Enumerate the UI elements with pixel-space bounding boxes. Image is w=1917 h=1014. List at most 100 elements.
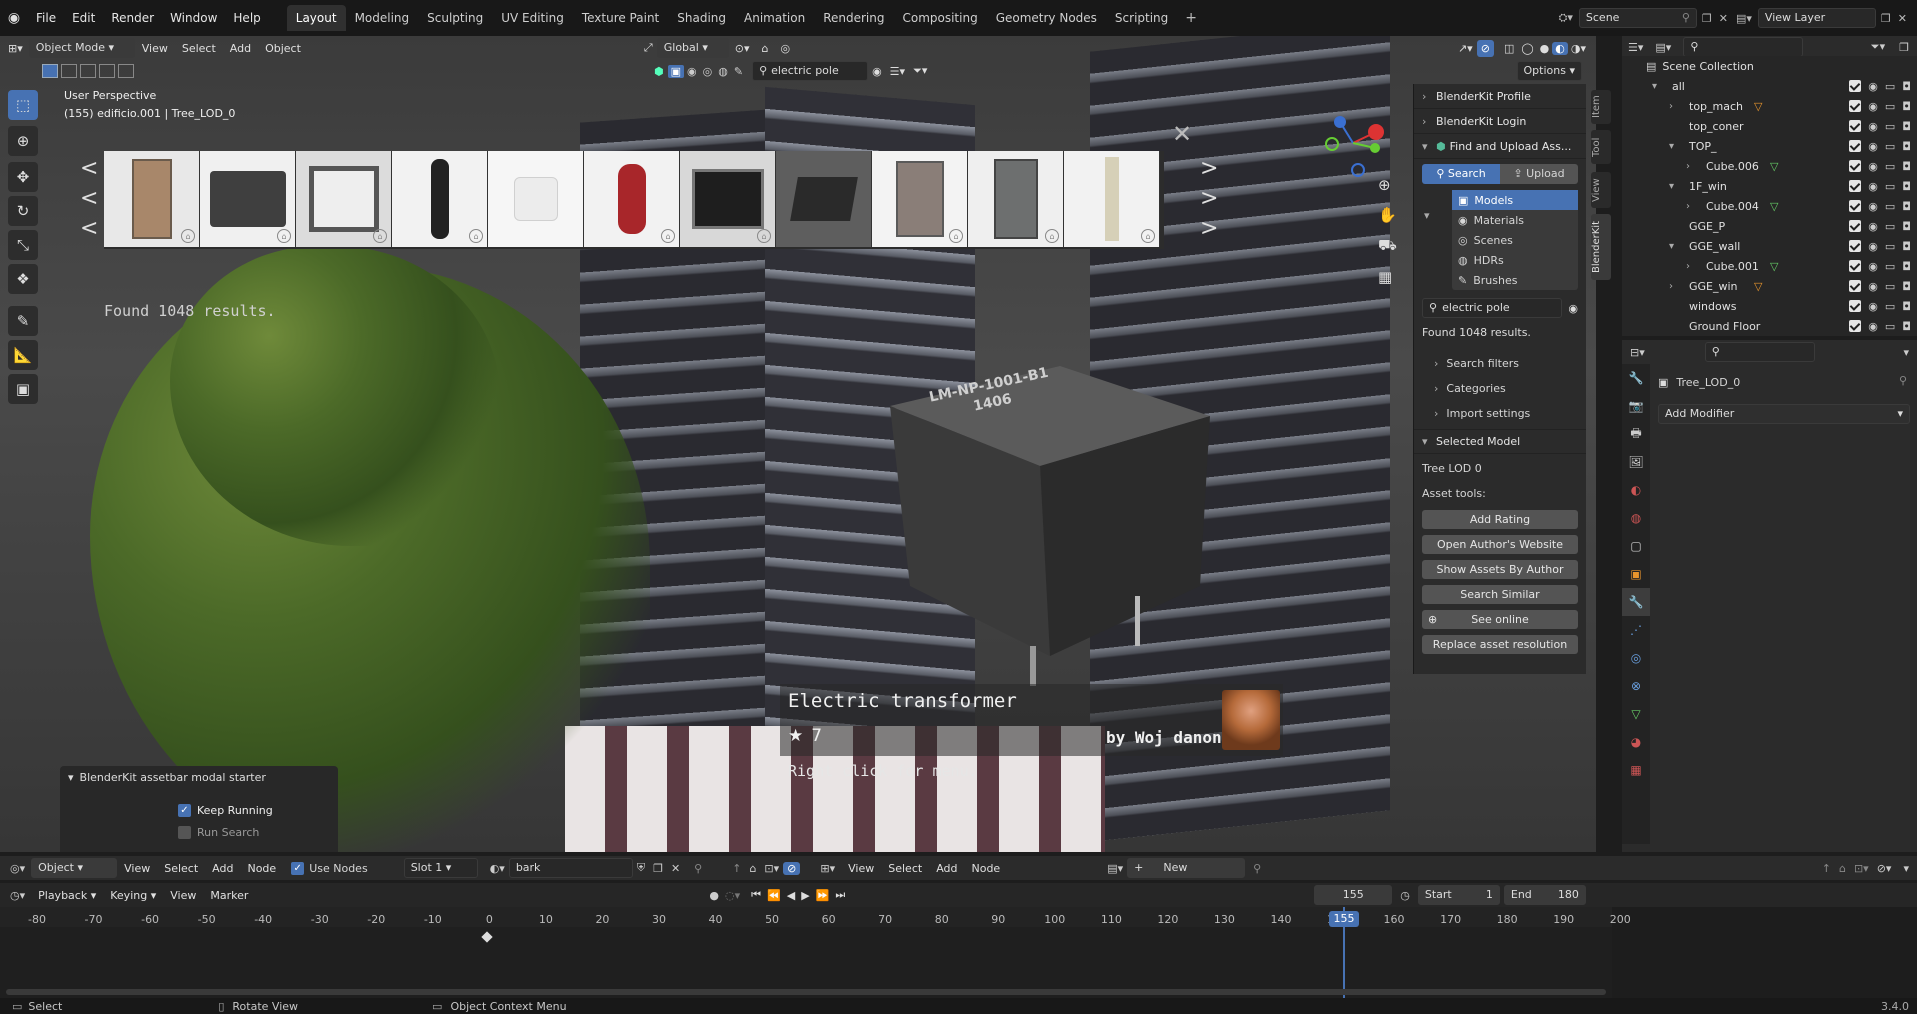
search-filters-toggle[interactable]: › Search filters bbox=[1434, 353, 1586, 373]
shading-wireframe-icon[interactable]: ◯ bbox=[1518, 42, 1536, 55]
new-scene-icon[interactable]: ❐ bbox=[1697, 12, 1717, 25]
eye-icon[interactable]: ◉ bbox=[1868, 180, 1878, 193]
asset-type-scene-icon[interactable]: ◎ bbox=[700, 65, 716, 78]
menu-playback[interactable]: Playback ▾ bbox=[31, 889, 103, 902]
show-assets-by-author-button[interactable]: Show Assets By Author bbox=[1422, 560, 1578, 579]
search-visibility-icon[interactable]: ◉ bbox=[1568, 302, 1578, 315]
node-editor-type-icon[interactable]: ◎▾ bbox=[0, 862, 31, 875]
eye-icon[interactable]: ◉ bbox=[1868, 120, 1878, 133]
categories-toggle[interactable]: › Categories bbox=[1434, 378, 1586, 398]
parent-node-tree-icon[interactable]: ↑ bbox=[712, 862, 745, 875]
expand-icon[interactable]: › bbox=[1686, 161, 1702, 172]
open-author-website-button[interactable]: Open Author's Website bbox=[1422, 535, 1578, 554]
particles-props-icon[interactable]: ⋰ bbox=[1622, 616, 1650, 644]
select-subtract-icon[interactable] bbox=[80, 64, 96, 78]
pan-icon[interactable]: ✋ bbox=[1378, 206, 1397, 224]
tool-rotate[interactable]: ↻ bbox=[8, 196, 38, 226]
eye-icon[interactable]: ◉ bbox=[1868, 80, 1878, 93]
asset-thumb-oven-white[interactable]: ⌂ bbox=[296, 151, 392, 247]
tab-geometry-nodes[interactable]: Geometry Nodes bbox=[987, 5, 1106, 31]
outliner-item[interactable]: › Cube.001 ▽ ◉ ▭ ◘ bbox=[1622, 256, 1917, 276]
render-camera-icon[interactable]: ◘ bbox=[1902, 180, 1911, 193]
node2-snap-icon[interactable]: ⌂ bbox=[1835, 862, 1850, 875]
properties-editor-icon[interactable]: ⊟▾ bbox=[1622, 346, 1653, 359]
editor2-type-icon[interactable]: ⊞▾ bbox=[800, 862, 841, 875]
auto-keying-icon[interactable]: ● bbox=[705, 889, 723, 902]
tab-shading[interactable]: Shading bbox=[668, 5, 735, 31]
asset-type-material-icon[interactable]: ◉ bbox=[684, 65, 700, 78]
asset-thumb-door[interactable]: ⌂ bbox=[104, 151, 200, 247]
expand-icon[interactable]: ▾ bbox=[1669, 141, 1685, 152]
jump-keyframe-forward-icon[interactable]: ⏩ bbox=[813, 889, 833, 902]
expand-icon[interactable]: › bbox=[1669, 281, 1685, 292]
menu-object[interactable]: Object bbox=[258, 42, 308, 55]
asset-thumb-oven-black[interactable]: ⌂ bbox=[680, 151, 776, 247]
asset-thumb-cabinet-metal[interactable]: ⌂ bbox=[968, 151, 1064, 247]
preview-range-icon[interactable]: ◷ bbox=[1392, 889, 1418, 902]
node-menu-select[interactable]: Select bbox=[157, 862, 205, 875]
tool-annotate[interactable]: ✎ bbox=[8, 306, 38, 336]
play-reverse-icon[interactable]: ◀ bbox=[784, 889, 798, 902]
view-layer-selector[interactable]: View Layer bbox=[1757, 8, 1876, 28]
tab-search[interactable]: ⚲ Search bbox=[1422, 164, 1500, 184]
panel-find-upload[interactable]: ▾ ⬢ Find and Upload Ass... bbox=[1414, 134, 1586, 159]
select-invert-icon[interactable] bbox=[99, 64, 115, 78]
exclude-checkbox[interactable] bbox=[1849, 159, 1862, 172]
eye-icon[interactable]: ◉ bbox=[1868, 140, 1878, 153]
gizmo-icon[interactable]: ↗▾ bbox=[1454, 42, 1477, 55]
current-frame-field[interactable]: 155 bbox=[1314, 885, 1393, 905]
exclude-checkbox[interactable] bbox=[1849, 259, 1862, 272]
menu-keying[interactable]: Keying ▾ bbox=[103, 889, 163, 902]
node2-overlay-icon[interactable]: ⊘▾ bbox=[1873, 862, 1896, 875]
node-menu-node[interactable]: Node bbox=[240, 862, 283, 875]
outliner-scene-collection[interactable]: ▤ Scene Collection bbox=[1622, 56, 1917, 76]
physics-props-icon[interactable]: ◎ bbox=[1622, 644, 1650, 672]
render-camera-icon[interactable]: ◘ bbox=[1902, 140, 1911, 153]
blender-logo-icon[interactable]: ◉ bbox=[0, 10, 28, 26]
viewport-icon[interactable]: ▭ bbox=[1885, 120, 1895, 133]
exclude-checkbox[interactable] bbox=[1849, 79, 1862, 92]
shading-material-icon[interactable]: ◐ bbox=[1552, 41, 1568, 55]
tab-modeling[interactable]: Modeling bbox=[346, 5, 419, 31]
node-menu-view[interactable]: View bbox=[117, 862, 157, 875]
eye-icon[interactable]: ◉ bbox=[1868, 280, 1878, 293]
render-camera-icon[interactable]: ◘ bbox=[1902, 200, 1911, 213]
add-rating-button[interactable]: Add Rating bbox=[1422, 510, 1578, 529]
viewport-icon[interactable]: ▭ bbox=[1885, 240, 1895, 253]
viewport-icon[interactable]: ▭ bbox=[1885, 140, 1895, 153]
shading-solid-icon[interactable]: ● bbox=[1537, 42, 1553, 55]
tab-animation[interactable]: Animation bbox=[735, 5, 814, 31]
add-modifier-dropdown[interactable]: Add Modifier ▾ bbox=[1658, 404, 1910, 424]
node-snap-target-icon[interactable]: ⊡▾ bbox=[760, 862, 783, 875]
data-props-icon[interactable]: ▽ bbox=[1622, 700, 1650, 728]
tool-select-box[interactable]: ⬚ bbox=[8, 90, 38, 120]
jump-keyframe-back-icon[interactable]: ⏪ bbox=[764, 889, 784, 902]
menu-select[interactable]: Select bbox=[175, 42, 223, 55]
menu-timeline-view[interactable]: View bbox=[163, 889, 203, 902]
node2-menu-view[interactable]: View bbox=[841, 862, 881, 875]
node2-pin-icon[interactable]: ⚲ bbox=[1245, 862, 1269, 875]
panel-blenderkit-login[interactable]: › BlenderKit Login bbox=[1414, 109, 1586, 134]
material-name-field[interactable]: bark bbox=[508, 858, 633, 878]
viewport-icon[interactable]: ▭ bbox=[1885, 320, 1895, 333]
mesh-data-icon[interactable]: ▽ bbox=[1770, 160, 1778, 173]
scene-icon[interactable]: ⛭▾ bbox=[1559, 11, 1579, 25]
tool-props-icon[interactable]: 🔧 bbox=[1622, 364, 1650, 392]
outliner-editor-icon[interactable]: ☰▾ bbox=[1622, 41, 1649, 54]
search-similar-button[interactable]: Search Similar bbox=[1422, 585, 1578, 604]
expand-icon[interactable]: ▾ bbox=[1669, 181, 1685, 192]
asset-bar-prev-arrows[interactable]: < < < bbox=[80, 154, 98, 244]
output-props-icon[interactable]: 🖶 bbox=[1622, 420, 1650, 448]
scene-props-icon[interactable]: ◐ bbox=[1622, 476, 1650, 504]
mesh-data-icon[interactable]: ▽ bbox=[1770, 260, 1778, 273]
vtab-view[interactable]: View bbox=[1591, 172, 1611, 208]
viewport-icon[interactable]: ▭ bbox=[1885, 80, 1895, 93]
operator-panel-header[interactable]: ▾ BlenderKit assetbar modal starter bbox=[60, 766, 338, 788]
exclude-checkbox[interactable] bbox=[1849, 139, 1862, 152]
new-collection-icon[interactable]: ❐ bbox=[1891, 41, 1917, 54]
properties-options-icon[interactable]: ▾ bbox=[1895, 346, 1917, 359]
render-camera-icon[interactable]: ◘ bbox=[1902, 160, 1911, 173]
render-camera-icon[interactable]: ◘ bbox=[1902, 80, 1911, 93]
tool-scale[interactable]: ⤡ bbox=[8, 230, 38, 260]
asset-thumb-guitar[interactable]: ⌂ bbox=[584, 151, 680, 247]
